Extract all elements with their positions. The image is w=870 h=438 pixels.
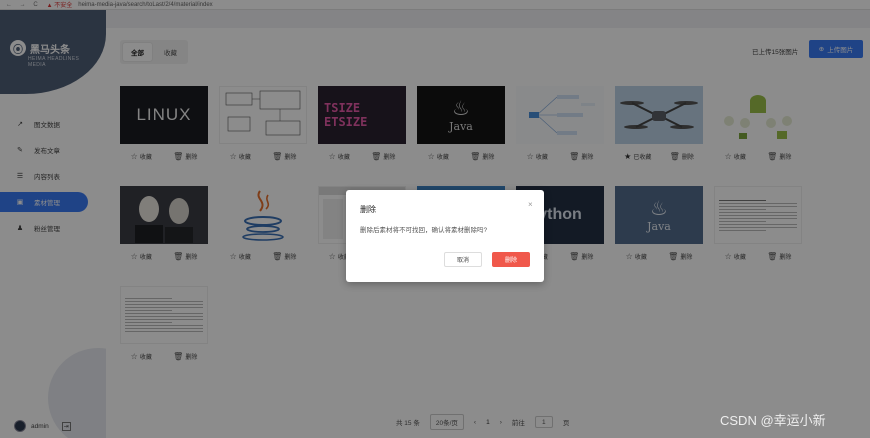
close-icon[interactable]: × [528, 200, 533, 209]
csdn-watermark: CSDN @幸运小新 [720, 413, 826, 428]
cancel-button[interactable]: 取消 [444, 252, 482, 267]
dialog-title: 删除 [360, 205, 376, 214]
delete-confirm-dialog: 删除 × 删除后素材将不可找回，确认将素材删除吗? 取消 删除 [346, 190, 544, 282]
confirm-delete-button[interactable]: 删除 [492, 252, 530, 267]
dialog-message: 删除后素材将不可找回，确认将素材删除吗? [360, 227, 488, 234]
